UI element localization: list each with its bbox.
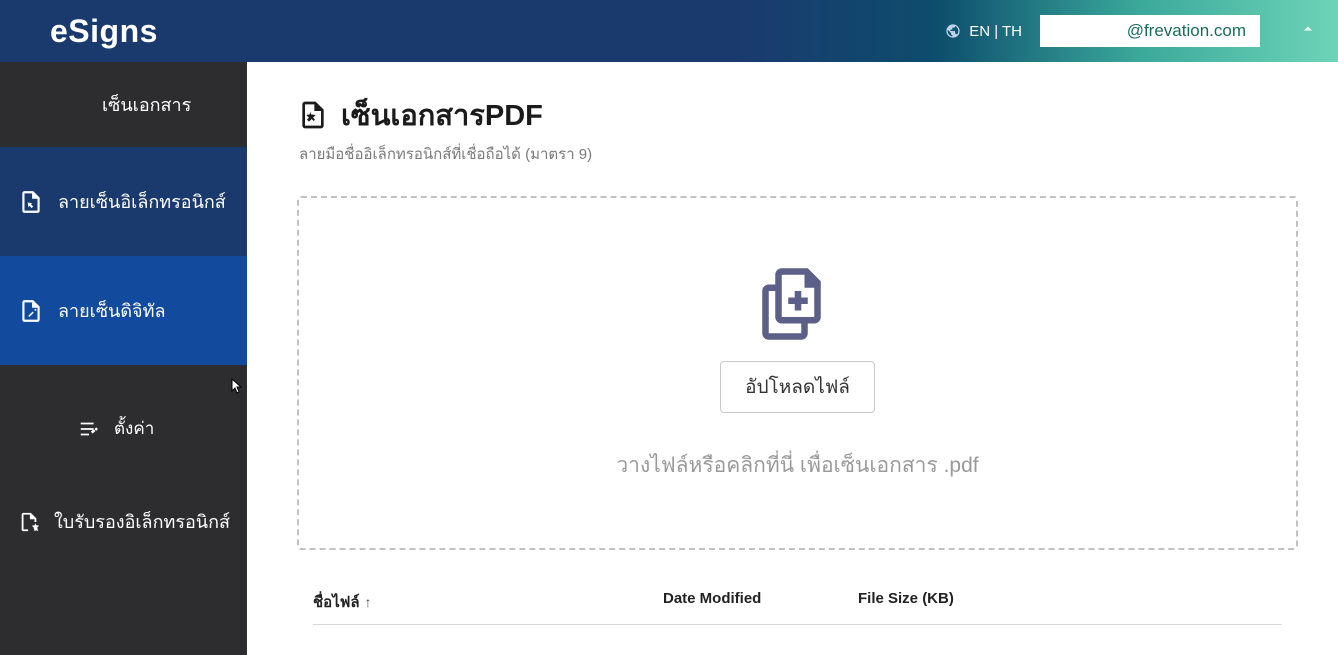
body-wrap: เซ็นเอกสาร ลายเซ็นอิเล็กทรอนิกส์ ลายเซ็น… (0, 62, 1338, 655)
page-title: เซ็นเอกสารPDF (341, 92, 543, 138)
user-email-badge[interactable]: @frevation.com (1040, 15, 1260, 47)
file-signature-icon (297, 99, 329, 131)
files-table-header: ชื่อไฟล์ ↑ Date Modified File Size (KB) (313, 590, 1282, 625)
language-label: EN | TH (969, 23, 1022, 40)
sidebar-item-sign-document[interactable]: เซ็นเอกสาร (0, 62, 247, 147)
user-menu-toggle[interactable] (1298, 19, 1318, 44)
sidebar: เซ็นเอกสาร ลายเซ็นอิเล็กทรอนิกส์ ลายเซ็น… (0, 62, 247, 655)
column-header-date-modified[interactable]: Date Modified (663, 590, 858, 614)
app-header: eSigns EN | TH @frevation.com (0, 0, 1338, 62)
main-content: เซ็นเอกสารPDF ลายมือชื่ออิเล็กทรอนิกส์ที… (247, 62, 1338, 655)
page-title-row: เซ็นเอกสารPDF (297, 92, 1298, 138)
sidebar-item-label: ลายเซ็นอิเล็กทรอนิกส์ (58, 187, 226, 216)
column-header-file-size[interactable]: File Size (KB) (858, 590, 1058, 614)
file-add-icon (759, 265, 837, 343)
upload-file-button[interactable]: อัปโหลดไฟล์ (720, 361, 875, 413)
sidebar-item-settings[interactable]: ตั้งค่า (0, 365, 247, 477)
sidebar-item-electronic-certificate[interactable]: ใบรับรองอิเล็กทรอนิกส์ (0, 477, 247, 564)
sidebar-item-label: ลายเซ็นดิจิทัล (58, 296, 166, 325)
sidebar-item-electronic-signature[interactable]: ลายเซ็นอิเล็กทรอนิกส์ (0, 147, 247, 256)
header-right: EN | TH @frevation.com (945, 15, 1318, 47)
globe-icon (945, 23, 961, 39)
chevron-up-icon (1298, 19, 1318, 39)
document-edit-icon (18, 298, 44, 324)
sidebar-item-label: เซ็นเอกสาร (72, 90, 191, 119)
sort-ascending-icon: ↑ (365, 594, 372, 610)
language-switcher[interactable]: EN | TH (945, 23, 1022, 40)
file-dropzone[interactable]: อัปโหลดไฟล์ วางไฟล์หรือคลิกที่นี่ เพื่อเ… (297, 196, 1298, 550)
dropzone-hint: วางไฟล์หรือคลิกที่นี่ เพื่อเซ็นเอกสาร .p… (616, 449, 978, 482)
page-subtitle: ลายมือชื่ออิเล็กทรอนิกส์ที่เชื่อถือได้ (… (299, 142, 1298, 166)
settings-icon (78, 418, 100, 440)
column-header-filename[interactable]: ชื่อไฟล์ ↑ (313, 590, 663, 614)
sidebar-item-label: ตั้งค่า (114, 415, 154, 442)
certificate-icon (18, 511, 40, 533)
pen-icon (18, 92, 58, 118)
sidebar-item-digital-signature[interactable]: ลายเซ็นดิจิทัล (0, 256, 247, 365)
app-logo: eSigns (50, 13, 158, 50)
sidebar-item-label: ใบรับรองอิเล็กทรอนิกส์ (54, 507, 230, 536)
document-sign-icon (18, 189, 44, 215)
files-table: ชื่อไฟล์ ↑ Date Modified File Size (KB) (297, 590, 1298, 625)
